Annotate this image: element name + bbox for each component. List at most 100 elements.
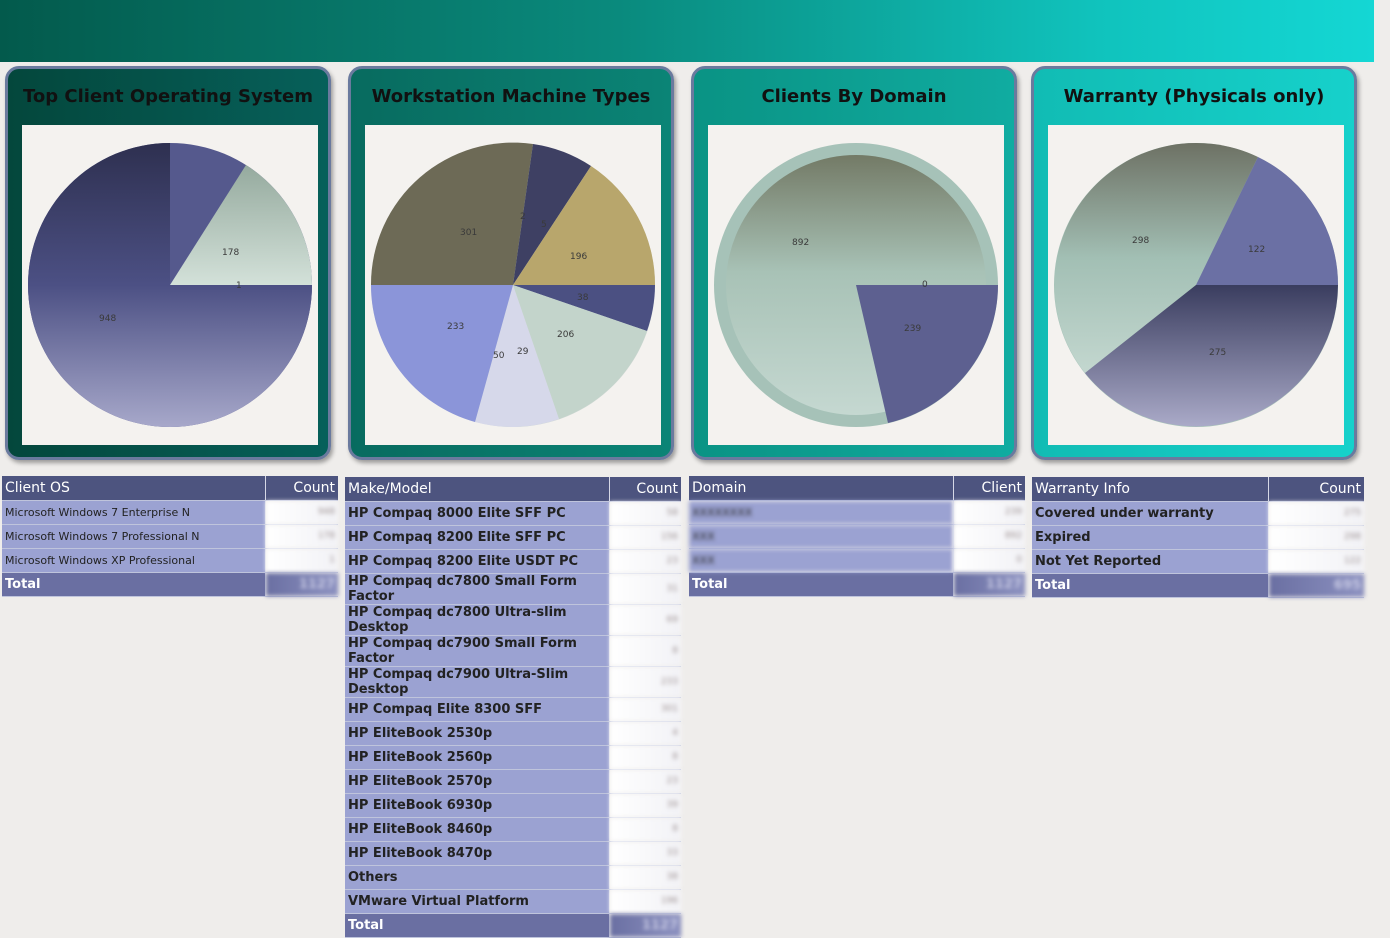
column-header: Count xyxy=(1268,477,1364,502)
row-value: 178 xyxy=(265,524,338,549)
row-label: Microsoft Windows XP Professional xyxy=(2,548,266,573)
table-row: Not Yet Reported 122 xyxy=(1032,549,1364,574)
row-label: HP EliteBook 8460p xyxy=(345,817,610,842)
chart-area: 178 1 948 xyxy=(22,125,318,445)
table-row: HP Compaq dc7800 Ultra-slim Desktop 69 xyxy=(345,604,681,636)
row-label: HP Compaq 8200 Elite SFF PC xyxy=(345,525,610,550)
pie-label: 233 xyxy=(447,322,464,332)
row-value: 23 xyxy=(609,769,681,794)
row-value: 38 xyxy=(609,865,681,890)
table-row: Microsoft Windows 7 Enterprise N 948 xyxy=(2,500,338,525)
row-value: 39 xyxy=(609,793,681,818)
total-value: 695 xyxy=(1268,573,1364,598)
pie-label: 29 xyxy=(517,347,529,357)
table-row: HP EliteBook 2560p 8 xyxy=(345,745,681,770)
pie-label: 1 xyxy=(236,281,242,291)
row-value: 1 xyxy=(265,548,338,573)
pie-chart: 298 122 275 xyxy=(1054,142,1339,427)
row-value: 4 xyxy=(609,721,681,746)
table-row: HP EliteBook 8460p 8 xyxy=(345,817,681,842)
card-top-client-os: Top Client Operating System 178 1 948 xyxy=(5,66,331,460)
pie-label: 892 xyxy=(792,238,809,248)
table-row: Microsoft Windows XP Professional 1 xyxy=(2,548,338,573)
row-value: 275 xyxy=(1268,501,1364,526)
row-label: Others xyxy=(345,865,610,890)
row-label: HP Compaq Elite 8300 SFF xyxy=(345,697,610,722)
row-value: 8 xyxy=(609,635,681,667)
row-label: HP Compaq dc7900 Small Form Factor xyxy=(345,635,610,667)
table-row: HP Compaq dc7900 Small Form Factor 8 xyxy=(345,635,681,667)
table-row: HP EliteBook 2530p 4 xyxy=(345,721,681,746)
total-label: Total xyxy=(689,572,954,597)
row-value: 0 xyxy=(953,548,1025,573)
row-value: 301 xyxy=(609,697,681,722)
row-label: HP EliteBook 6930p xyxy=(345,793,610,818)
table-row: Expired 298 xyxy=(1032,525,1364,550)
pie-label: 196 xyxy=(570,252,587,262)
row-label: HP Compaq dc7800 Small Form Factor xyxy=(345,573,610,605)
header-banner xyxy=(0,0,1374,62)
row-label: XXX xyxy=(689,524,954,549)
pie-label: 5 xyxy=(541,220,547,230)
row-value: 58 xyxy=(609,501,681,526)
pie-label: 948 xyxy=(99,314,116,324)
row-value: 239 xyxy=(953,500,1025,525)
card-clients-by-domain: Clients By Domain 892 0 239 xyxy=(691,66,1017,460)
table-row: Covered under warranty 275 xyxy=(1032,501,1364,526)
pie-label: 275 xyxy=(1209,348,1226,358)
row-value: 196 xyxy=(609,889,681,914)
pie-label: 178 xyxy=(222,248,239,258)
row-value: 8 xyxy=(609,745,681,770)
row-label: HP EliteBook 2530p xyxy=(345,721,610,746)
row-label: HP EliteBook 2570p xyxy=(345,769,610,794)
table-total-row: Total 1127 xyxy=(345,913,681,938)
column-header: Domain xyxy=(689,476,954,501)
row-label: HP Compaq 8200 Elite USDT PC xyxy=(345,549,610,574)
table-row: HP Compaq Elite 8300 SFF 301 xyxy=(345,697,681,722)
row-value: 233 xyxy=(609,666,681,698)
card-title: Top Client Operating System xyxy=(23,86,313,107)
table-row: Microsoft Windows 7 Professional N 178 xyxy=(2,524,338,549)
table-total-row: Total 1127 xyxy=(2,572,338,597)
domain-table: Domain Client XXXXXXXX 239 XXX 892 XXX 0 Tot… xyxy=(689,476,1025,597)
column-header: Client OS xyxy=(2,476,266,501)
row-label: HP Compaq dc7800 Ultra-slim Desktop xyxy=(345,604,610,636)
chart-area: 301 196 38 206 233 50 29 2 5 xyxy=(365,125,661,445)
table-row: HP EliteBook 2570p 23 xyxy=(345,769,681,794)
card-title: Warranty (Physicals only) xyxy=(1063,86,1325,107)
table-row: XXX 0 xyxy=(689,548,1025,573)
table-row: HP Compaq 8200 Elite USDT PC 23 xyxy=(345,549,681,574)
total-label: Total xyxy=(2,572,266,597)
row-label: HP EliteBook 8470p xyxy=(345,841,610,866)
chart-area: 892 0 239 xyxy=(708,125,1004,445)
row-value: 948 xyxy=(265,500,338,525)
table-row: XXX 892 xyxy=(689,524,1025,549)
row-value: 33 xyxy=(609,841,681,866)
row-value: 892 xyxy=(953,524,1025,549)
pie-label: 38 xyxy=(577,293,589,303)
table-row: Others 38 xyxy=(345,865,681,890)
card-title: Clients By Domain xyxy=(761,86,947,107)
table-row: HP Compaq dc7900 Ultra-Slim Desktop 233 xyxy=(345,666,681,698)
total-value: 1127 xyxy=(953,572,1025,597)
pie-label: 122 xyxy=(1248,245,1265,255)
total-value: 1127 xyxy=(609,913,681,938)
pie-label: 50 xyxy=(493,351,505,361)
row-label: VMware Virtual Platform xyxy=(345,889,610,914)
row-value: 298 xyxy=(1268,525,1364,550)
row-value: 31 xyxy=(609,573,681,605)
row-label: HP Compaq 8000 Elite SFF PC xyxy=(345,501,610,526)
table-row: VMware Virtual Platform 196 xyxy=(345,889,681,914)
table-row: HP Compaq dc7800 Small Form Factor 31 xyxy=(345,573,681,605)
row-value: 69 xyxy=(609,604,681,636)
row-label: XXX xyxy=(689,548,954,573)
pie-chart: 892 0 239 xyxy=(714,143,998,427)
row-label: Microsoft Windows 7 Professional N xyxy=(2,524,266,549)
pie-chart: 301 196 38 206 233 50 29 2 5 xyxy=(370,142,656,427)
row-value: 122 xyxy=(1268,549,1364,574)
total-value: 1127 xyxy=(265,572,338,597)
pie-slice-elite-8300 xyxy=(370,142,533,285)
pie-label: 2 xyxy=(520,212,526,222)
table-row: HP EliteBook 8470p 33 xyxy=(345,841,681,866)
client-os-table: Client OS Count Microsoft Windows 7 Enter… xyxy=(2,476,338,597)
